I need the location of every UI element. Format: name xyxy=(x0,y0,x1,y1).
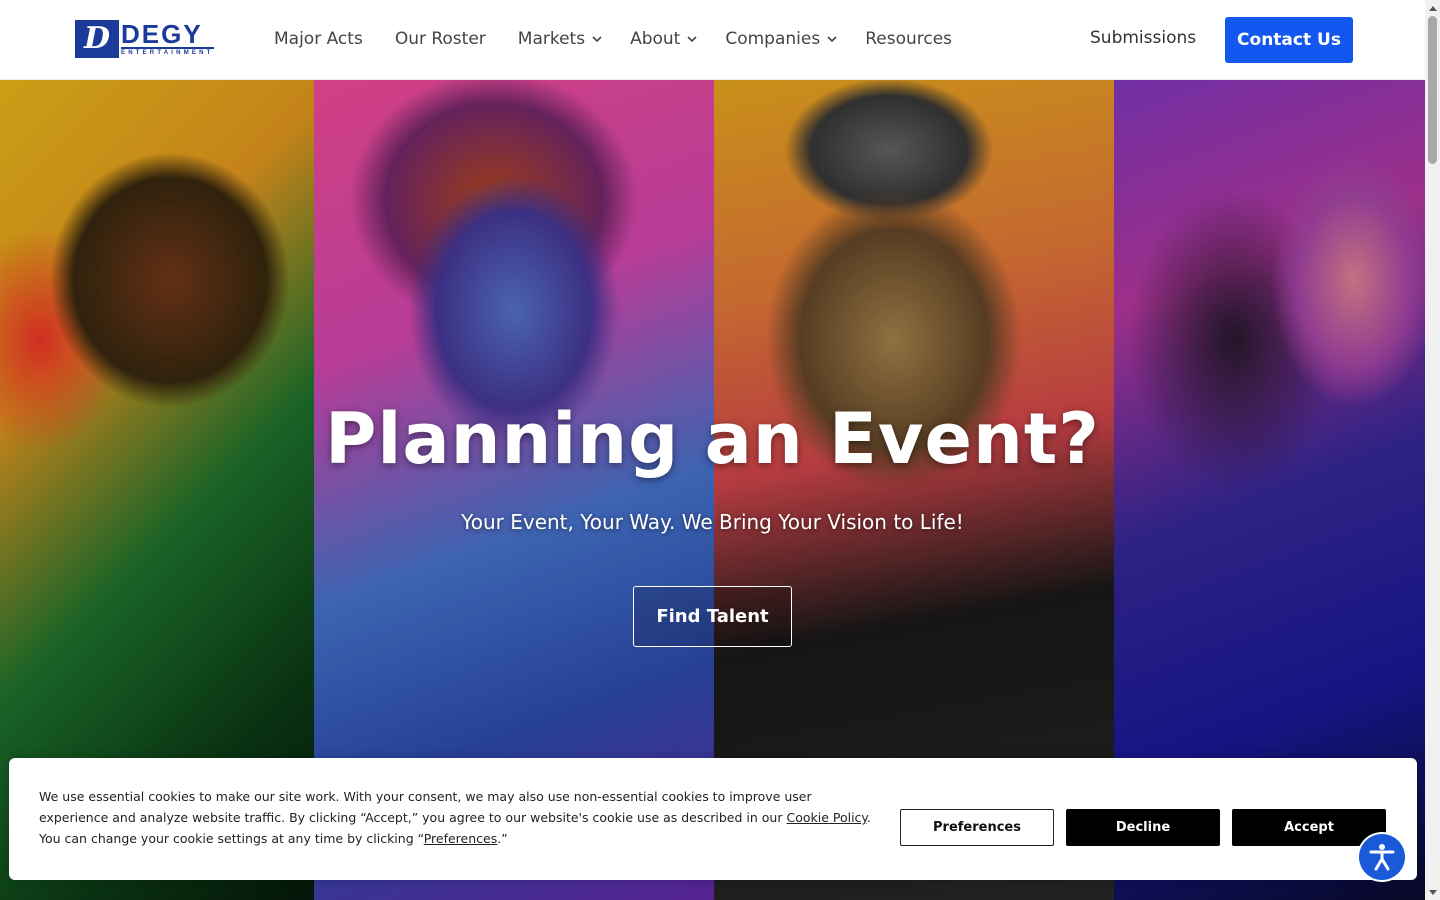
nav-item-label: Major Acts xyxy=(274,29,363,49)
find-talent-button[interactable]: Find Talent xyxy=(633,586,792,647)
nav-item-our-roster[interactable]: Our Roster xyxy=(395,29,486,49)
nav-item-label: Companies xyxy=(725,29,821,49)
hero-title: Planning an Event? xyxy=(325,398,1100,480)
accessibility-icon xyxy=(1369,844,1395,871)
nav-item-resources[interactable]: Resources xyxy=(865,29,952,49)
nav-item-label: Our Roster xyxy=(394,29,486,49)
nav-item-major-acts[interactable]: Major Acts xyxy=(274,29,363,49)
logo-word: DEGY xyxy=(121,19,203,49)
nav-item-label: Markets xyxy=(517,29,586,49)
nav-item-label: About xyxy=(630,29,681,49)
scroll-down-arrow-icon[interactable] xyxy=(1425,885,1440,900)
logo-mark-letter: D xyxy=(83,21,110,56)
scrollbar-thumb[interactable] xyxy=(1428,16,1437,164)
cookie-text-part: .” xyxy=(497,831,508,846)
nav-item-companies[interactable]: Companies xyxy=(725,29,837,49)
preferences-link[interactable]: Preferences xyxy=(424,831,498,846)
cookie-preferences-button[interactable]: Preferences xyxy=(900,809,1054,846)
scroll-up-arrow-icon[interactable] xyxy=(1425,0,1440,15)
cookie-policy-link[interactable]: Cookie Policy xyxy=(786,810,867,825)
cookie-decline-button[interactable]: Decline xyxy=(1066,809,1220,846)
site-header: D DEGY ENTERTAINMENT Major Acts Our Rost… xyxy=(0,0,1425,80)
page-scrollbar[interactable] xyxy=(1425,0,1440,900)
submissions-link[interactable]: Submissions xyxy=(1090,28,1196,48)
logo[interactable]: D DEGY ENTERTAINMENT xyxy=(75,20,231,58)
chevron-down-icon xyxy=(827,36,837,43)
accessibility-button[interactable] xyxy=(1359,834,1405,880)
chevron-down-icon xyxy=(592,36,602,43)
hero-subtitle: Your Event, Your Way. We Bring Your Visi… xyxy=(461,510,964,534)
chevron-down-icon xyxy=(687,36,697,43)
cookie-accept-button[interactable]: Accept xyxy=(1232,809,1386,846)
nav-item-about[interactable]: About xyxy=(630,29,697,49)
contact-us-button[interactable]: Contact Us xyxy=(1225,17,1353,63)
main-nav: Major Acts Our Roster Markets About Comp… xyxy=(274,0,984,78)
cookie-text-part: We use essential cookies to make our sit… xyxy=(39,789,812,825)
cookie-banner: We use essential cookies to make our sit… xyxy=(9,758,1417,880)
logo-subtitle: ENTERTAINMENT xyxy=(121,47,214,57)
cookie-message: We use essential cookies to make our sit… xyxy=(39,786,879,849)
logo-mark: D xyxy=(75,20,119,58)
nav-item-markets[interactable]: Markets xyxy=(518,29,602,49)
logo-text: DEGY ENTERTAINMENT xyxy=(121,21,214,57)
nav-item-label: Resources xyxy=(865,29,953,49)
